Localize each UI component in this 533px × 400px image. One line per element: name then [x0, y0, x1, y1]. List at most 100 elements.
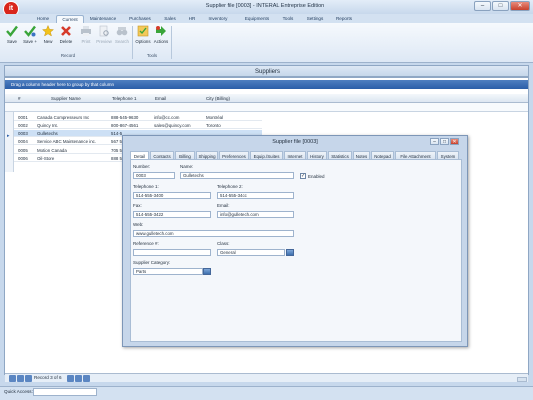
actions-button[interactable]: Actions	[153, 25, 169, 44]
table-cell: Motion Canada	[37, 147, 67, 153]
next-page-button[interactable]	[67, 375, 74, 382]
web-label: Web:	[133, 222, 144, 227]
table-row[interactable]: 0001 Canada Compresseurs Inc 888-545-9630 i…	[14, 113, 262, 121]
menu-hr[interactable]: HR	[184, 15, 200, 23]
table-cell: Quincy Int.	[37, 122, 58, 128]
telephone1-field[interactable]: 514-555-3400	[133, 192, 211, 199]
menu-purchases[interactable]: Purchases	[126, 15, 154, 23]
column-header-email[interactable]: Email	[155, 96, 166, 101]
menu-home[interactable]: Home	[32, 15, 54, 23]
last-record-button[interactable]	[83, 375, 90, 382]
binoculars-icon	[116, 27, 128, 36]
supplier-category-label: Supplier Category:	[133, 260, 171, 265]
enabled-checkbox[interactable]: ✓	[300, 173, 306, 179]
table-cell: info@cc.com	[154, 114, 180, 120]
horizontal-scrollbar[interactable]	[517, 377, 527, 382]
table-cell: Toronto	[206, 122, 221, 128]
supplier-category-field[interactable]: Parts	[133, 268, 203, 275]
table-cell: 0006	[18, 156, 28, 161]
email-label: Email:	[217, 203, 230, 208]
preview-icon	[99, 25, 109, 37]
dialog-close-button[interactable]: ✕	[450, 138, 459, 145]
table-cell: Oil-Store	[37, 156, 55, 161]
enabled-label: Enabled	[308, 174, 325, 179]
minimize-button[interactable]: –	[474, 1, 491, 11]
search-button[interactable]: Search	[114, 25, 130, 44]
reference-field[interactable]	[133, 249, 211, 256]
actions-arrow-icon	[156, 26, 166, 36]
menu-sales[interactable]: Sales	[160, 15, 180, 23]
telephone2-label: Telephone 2:	[217, 184, 243, 189]
menu-inventory[interactable]: Inventory	[204, 15, 232, 23]
previous-record-button[interactable]	[17, 375, 24, 382]
telephone1-label: Telephone 1:	[133, 184, 159, 189]
email-field[interactable]: info@gulletech.com	[217, 211, 294, 218]
table-cell: 800-867-4561	[111, 122, 139, 128]
first-record-button[interactable]	[9, 375, 16, 382]
fax-field[interactable]: 514-555-3422	[133, 211, 211, 218]
dialog-minimize-button[interactable]: –	[430, 138, 439, 145]
name-field[interactable]: Gulletechs	[180, 172, 294, 179]
table-cell: Gulletechs	[37, 131, 58, 137]
window-title: Supplier file [0003] - INTERAL Entrepris…	[205, 3, 325, 9]
fax-label: Fax:	[133, 203, 142, 208]
reference-label: Reference #:	[133, 241, 159, 246]
preview-button[interactable]: Preview	[96, 25, 112, 44]
number-field[interactable]: 0003	[133, 172, 175, 179]
menu-equipments[interactable]: Equipments	[240, 15, 274, 23]
dialog-maximize-button[interactable]: □	[440, 138, 449, 145]
group-label-tools: Tools	[146, 53, 158, 58]
menu-tools[interactable]: Tools	[278, 15, 298, 23]
table-cell: 0004	[18, 139, 28, 145]
print-button[interactable]: Print	[78, 25, 94, 44]
web-field[interactable]: www.gulletech.com	[133, 230, 294, 237]
options-icon	[137, 25, 149, 37]
record-navigator	[5, 373, 528, 382]
next-record-button[interactable]	[75, 375, 82, 382]
table-cell: 0003	[18, 131, 28, 137]
table-cell: Canada Compresseurs Inc	[37, 114, 90, 120]
record-counter: Record 3 of 6	[34, 375, 62, 380]
dialog-title: Supplier file [0003]	[272, 139, 318, 145]
group-by-hint: Drag a column header here to group by th…	[11, 82, 115, 87]
checkmark-icon	[6, 25, 18, 37]
ribbon-separator	[171, 26, 172, 59]
table-cell: sales@quincy.com	[154, 122, 191, 128]
previous-page-button[interactable]	[25, 375, 32, 382]
current-row-indicator: ▸	[7, 133, 10, 139]
table-cell: Service ABC Maintenance inc.	[37, 139, 97, 145]
class-lookup-button[interactable]	[286, 249, 294, 256]
table-cell: 0002	[18, 122, 28, 128]
menu-reports[interactable]: Reports	[332, 15, 356, 23]
delete-button[interactable]: Delete	[58, 25, 74, 44]
table-row[interactable]: 0002 Quincy Int. 800-867-4561 sales@quincy.…	[14, 121, 262, 129]
save-button[interactable]: Save	[4, 25, 20, 44]
menu-maintenance[interactable]: Maintenance	[88, 15, 118, 23]
number-label: Number:	[133, 164, 151, 169]
quick-access-label: Quick Access:	[4, 389, 33, 394]
group-by-panel[interactable]: Drag a column header here to group by th…	[5, 80, 528, 89]
class-field[interactable]: General	[217, 249, 285, 256]
group-label-record: Record	[60, 53, 76, 58]
table-cell: Montréal	[206, 114, 224, 120]
supplier-category-dropdown[interactable]	[203, 268, 211, 275]
column-header-telephone[interactable]: Telephone 1	[112, 96, 137, 101]
grid-filter-row[interactable]	[5, 103, 528, 112]
class-label: Class:	[217, 241, 230, 246]
maximize-button[interactable]: □	[492, 1, 509, 11]
table-cell: 888-545-9630	[111, 114, 139, 120]
ribbon: Save Save + New Delete Print Preview Sea…	[0, 23, 533, 63]
column-header-city[interactable]: City (Billing)	[206, 96, 230, 101]
options-button[interactable]: Options	[135, 25, 151, 44]
close-button[interactable]: ✕	[510, 1, 530, 11]
delete-x-icon	[61, 26, 71, 36]
menu-settings[interactable]: Settings	[302, 15, 328, 23]
column-header-supplier-name[interactable]: Supplier Name	[51, 96, 81, 101]
save-plus-button[interactable]: Save +	[22, 25, 38, 44]
new-button[interactable]: New	[40, 25, 56, 44]
name-label: Name:	[180, 164, 194, 169]
quick-access-input[interactable]	[33, 388, 97, 396]
column-header-number[interactable]: #	[18, 96, 21, 101]
menu-bar: Home Current Maintenance Purchases Sales…	[0, 14, 533, 24]
telephone2-field[interactable]: 514-555-34cc	[217, 192, 294, 199]
